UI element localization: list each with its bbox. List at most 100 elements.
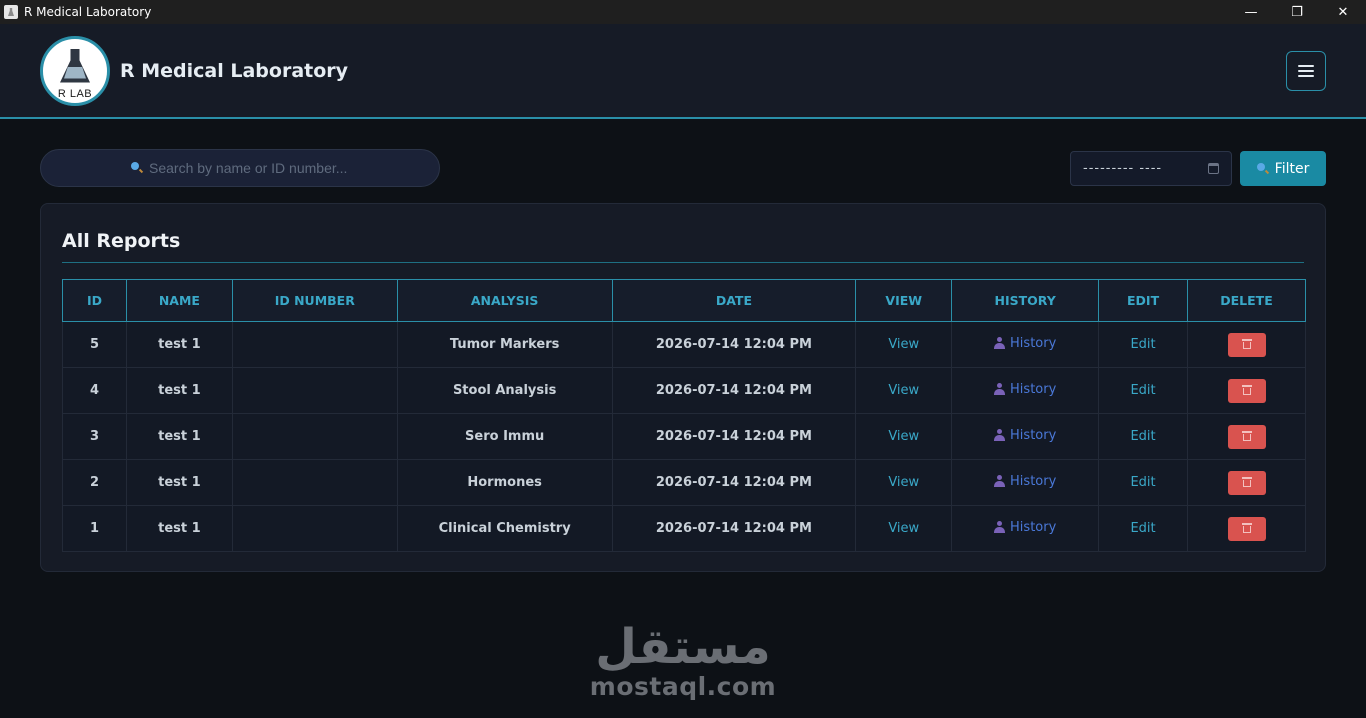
history-label: History: [1010, 427, 1057, 443]
cell-analysis: Stool Analysis: [396, 367, 613, 414]
view-link[interactable]: View: [888, 429, 919, 444]
table-row: 2 test 1 Hormones 2026-07-14 12:04 PM Vi…: [62, 459, 1306, 506]
cell-view: View: [855, 505, 953, 552]
trash-icon: [1241, 523, 1252, 534]
maximize-button[interactable]: ❐: [1274, 0, 1320, 24]
view-link[interactable]: View: [888, 521, 919, 536]
menu-button[interactable]: [1286, 50, 1326, 91]
brand-name: R Medical Laboratory: [120, 59, 349, 82]
delete-button[interactable]: [1227, 516, 1266, 541]
search-box[interactable]: [40, 149, 440, 187]
history-link[interactable]: History: [994, 520, 1056, 535]
cell-delete: [1187, 321, 1306, 368]
cell-id: 1: [62, 505, 127, 552]
cell-id: 4: [62, 367, 127, 414]
filter-label: Filter: [1274, 160, 1310, 177]
cell-view: View: [855, 413, 953, 460]
cell-edit: Edit: [1098, 413, 1189, 460]
edit-link[interactable]: Edit: [1130, 429, 1155, 444]
cell-date: 2026-07-14 12:04 PM: [611, 321, 857, 368]
calendar-icon[interactable]: [1208, 163, 1219, 174]
lab-logo: R LAB: [40, 35, 110, 106]
edit-link[interactable]: Edit: [1130, 383, 1155, 398]
cell-view: View: [855, 367, 953, 414]
cell-history: History: [951, 413, 1100, 460]
cell-analysis: Hormones: [396, 459, 613, 506]
window-title: R Medical Laboratory: [24, 5, 152, 19]
history-label: History: [1010, 473, 1057, 489]
column-header-id-number: ID NUMBER: [231, 279, 398, 322]
delete-button[interactable]: [1227, 378, 1266, 403]
cell-id-number: [231, 367, 398, 414]
edit-link[interactable]: Edit: [1130, 337, 1155, 352]
app-header: R LAB R Medical Laboratory: [0, 24, 1366, 119]
table-row: 5 test 1 Tumor Markers 2026-07-14 12:04 …: [62, 321, 1306, 368]
brand[interactable]: R LAB R Medical Laboratory: [40, 35, 349, 106]
cell-date: 2026-07-14 12:04 PM: [611, 505, 857, 552]
cell-name: test 1: [125, 459, 233, 506]
minimize-icon: —: [1244, 4, 1258, 20]
column-header-view: VIEW: [855, 279, 953, 322]
view-link[interactable]: View: [888, 337, 919, 352]
cell-edit: Edit: [1098, 505, 1189, 552]
search-icon: [131, 162, 143, 174]
cell-edit: Edit: [1098, 367, 1189, 414]
filter-button[interactable]: Filter: [1240, 151, 1326, 186]
watermark: مستقل mostaql.com: [0, 620, 1366, 700]
cell-name: test 1: [125, 321, 233, 368]
search-input[interactable]: [149, 160, 349, 176]
titlebar-left: R Medical Laboratory: [0, 5, 151, 19]
delete-button[interactable]: [1227, 424, 1266, 449]
history-link[interactable]: History: [994, 428, 1056, 443]
hamburger-icon: [1298, 64, 1314, 77]
table-row: 3 test 1 Sero Immu 2026-07-14 12:04 PM V…: [62, 413, 1306, 460]
history-label: History: [1010, 381, 1057, 397]
reports-card: All Reports ID NAME ID NUMBER ANALYSIS D…: [40, 203, 1326, 572]
delete-button[interactable]: [1227, 470, 1266, 495]
cell-date: 2026-07-14 12:04 PM: [611, 413, 857, 460]
maximize-icon: ❐: [1291, 4, 1303, 20]
close-button[interactable]: ✕: [1320, 0, 1366, 24]
cell-history: History: [951, 321, 1100, 368]
user-icon: [994, 383, 1006, 396]
trash-icon: [1241, 385, 1252, 396]
cell-edit: Edit: [1098, 321, 1189, 368]
history-link[interactable]: History: [994, 382, 1056, 397]
cell-delete: [1187, 459, 1306, 506]
column-header-history: HISTORY: [951, 279, 1100, 322]
watermark-latin: mostaql.com: [589, 672, 777, 701]
history-label: History: [1010, 335, 1057, 351]
table-header-row: ID NAME ID NUMBER ANALYSIS DATE VIEW HIS…: [62, 279, 1306, 322]
column-header-edit: EDIT: [1098, 279, 1189, 322]
view-link[interactable]: View: [888, 475, 919, 490]
date-value: --------- ----: [1083, 161, 1163, 176]
history-link[interactable]: History: [994, 336, 1056, 351]
view-link[interactable]: View: [888, 383, 919, 398]
cell-name: test 1: [125, 413, 233, 460]
app-icon: [4, 5, 18, 19]
minimize-button[interactable]: —: [1228, 0, 1274, 24]
date-filter-input[interactable]: --------- ----: [1070, 151, 1232, 186]
edit-link[interactable]: Edit: [1130, 521, 1155, 536]
user-icon: [994, 521, 1006, 534]
logo-text: R LAB: [57, 87, 93, 100]
title-divider: [62, 262, 1304, 263]
history-link[interactable]: History: [994, 474, 1056, 489]
cell-delete: [1187, 367, 1306, 414]
cell-name: test 1: [125, 367, 233, 414]
reports-table: ID NAME ID NUMBER ANALYSIS DATE VIEW HIS…: [62, 279, 1306, 552]
close-icon: ✕: [1337, 4, 1349, 20]
table-row: 1 test 1 Clinical Chemistry 2026-07-14 1…: [62, 505, 1306, 552]
window-controls: — ❐ ✕: [1228, 0, 1366, 24]
edit-link[interactable]: Edit: [1130, 475, 1155, 490]
reports-title: All Reports: [62, 230, 181, 252]
cell-date: 2026-07-14 12:04 PM: [611, 367, 857, 414]
cell-analysis: Tumor Markers: [396, 321, 613, 368]
cell-history: History: [951, 505, 1100, 552]
user-icon: [994, 337, 1006, 350]
column-header-id: ID: [62, 279, 127, 322]
delete-button[interactable]: [1227, 332, 1266, 357]
cell-delete: [1187, 505, 1306, 552]
cell-edit: Edit: [1098, 459, 1189, 506]
cell-view: View: [855, 459, 953, 506]
